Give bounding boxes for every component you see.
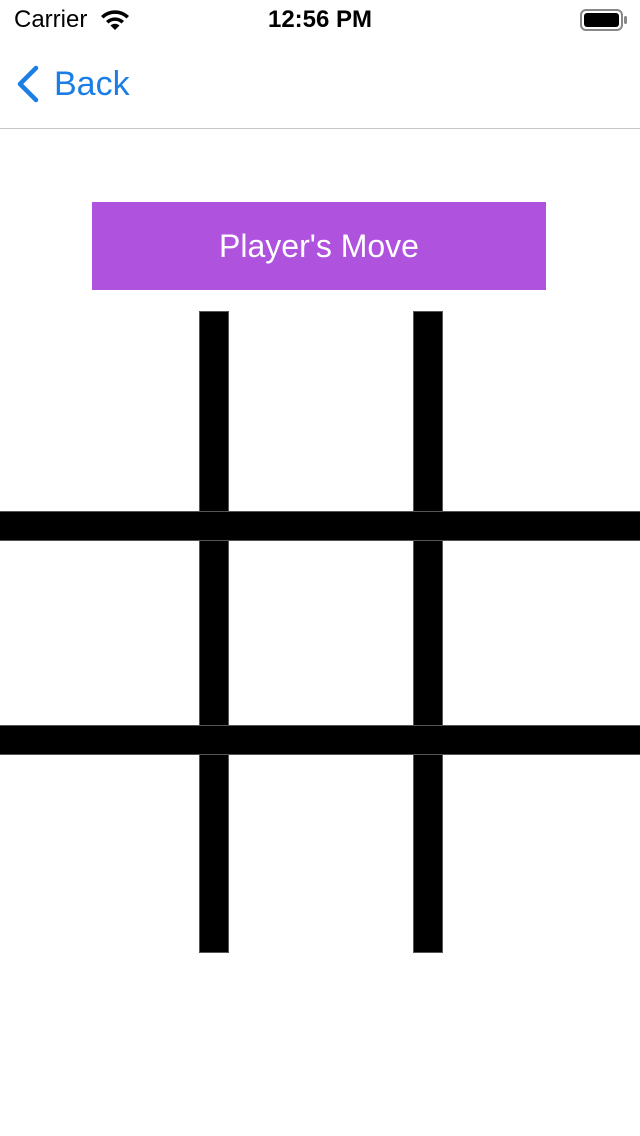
back-button[interactable]: Back [14,62,130,106]
navigation-bar: Back [0,40,640,129]
tic-tac-toe-board [0,312,640,952]
board-cell-9[interactable] [442,754,640,952]
board-cell-5[interactable] [228,540,414,726]
board-cell-4[interactable] [0,540,200,726]
battery-full-icon [580,9,627,31]
turn-label: Player's Move [219,227,419,264]
back-label: Back [54,64,130,103]
board-cell-3[interactable] [442,312,640,512]
grid-line-vertical-2 [414,312,442,952]
board-cell-6[interactable] [442,540,640,726]
status-bar: Carrier 12:56 PM [0,0,640,40]
grid-line-horizontal-2 [0,726,640,754]
grid-line-horizontal-1 [0,512,640,540]
turn-banner: Player's Move [92,202,546,290]
board-cell-7[interactable] [0,754,200,952]
board-cell-2[interactable] [228,312,414,512]
game-screen: Carrier 12:56 PM Back Player's Move [0,0,640,1136]
grid-line-vertical-1 [200,312,228,952]
clock-label: 12:56 PM [267,6,373,33]
board-cell-8[interactable] [228,754,414,952]
chevron-left-icon [17,65,39,103]
board-cell-1[interactable] [0,312,200,512]
